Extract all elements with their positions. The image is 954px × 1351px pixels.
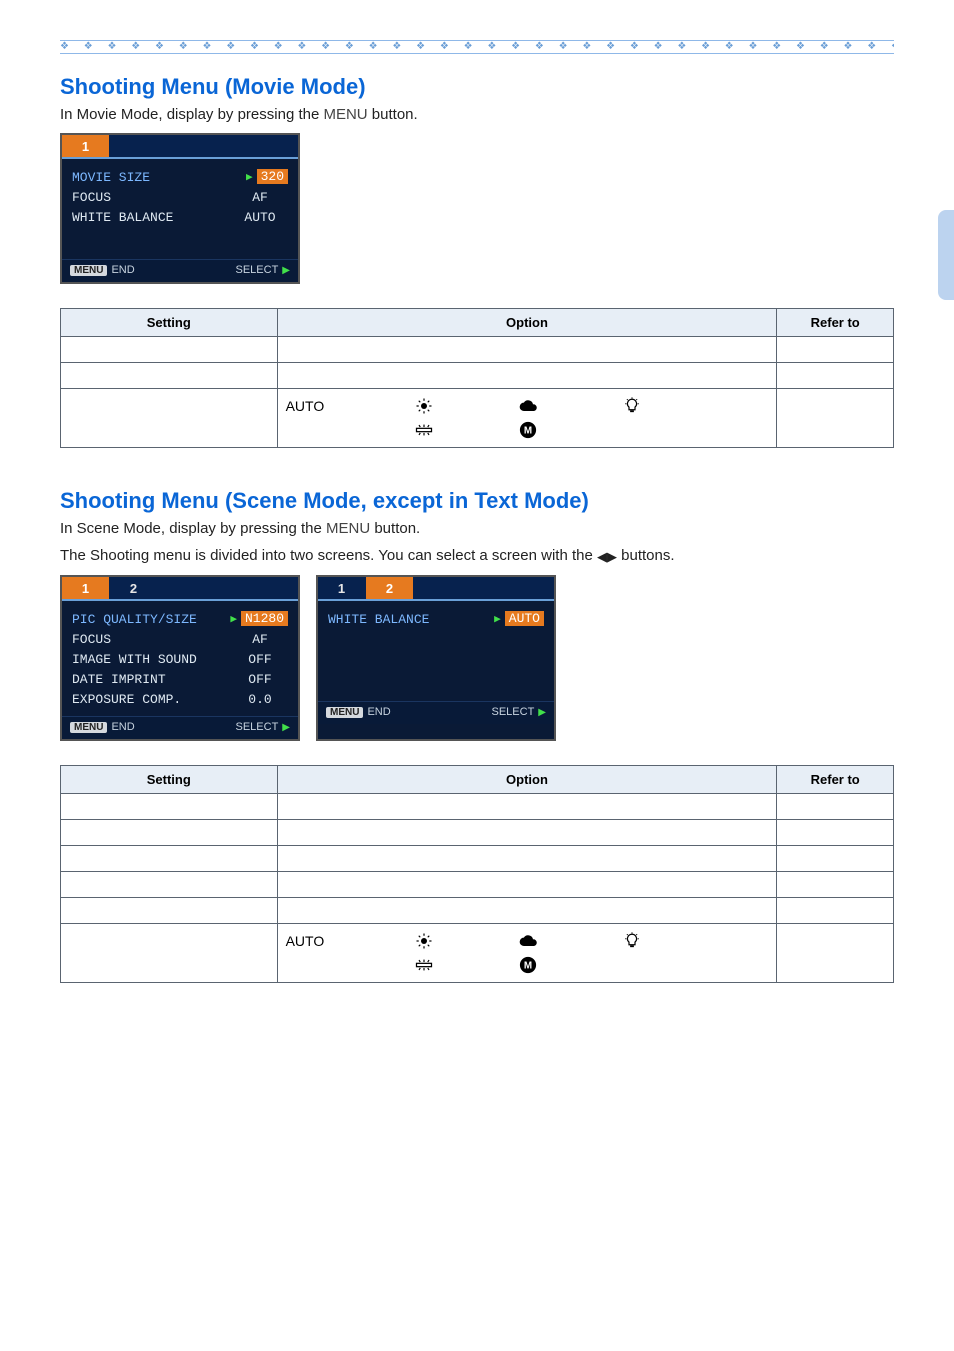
play-icon: ▶ bbox=[282, 722, 290, 733]
menu-row-movie-size: MOVIE SIZE ▶320 bbox=[72, 167, 288, 188]
side-tab bbox=[938, 210, 954, 300]
table-row bbox=[61, 820, 894, 846]
camera-screen-scene-1: 1 2 PIC QUALITY/SIZE ▶N1280 FOCUS AF IMA… bbox=[60, 575, 300, 741]
cloud-icon bbox=[518, 397, 538, 415]
screen-tab-1: 1 bbox=[62, 577, 110, 599]
options-table-movie: Setting Option Refer to AUTO bbox=[60, 308, 894, 448]
menu-row-exposure: EXPOSURE COMP. 0.0 bbox=[72, 690, 288, 710]
camera-screen-movie: 1 MOVIE SIZE ▶320 FOCUS AF WHITE BALANCE… bbox=[60, 133, 300, 284]
screen-tab-2: 2 bbox=[366, 577, 414, 599]
table-row bbox=[61, 794, 894, 820]
th-setting: Setting bbox=[61, 766, 278, 794]
camera-screen-scene-2: 1 2 WHITE BALANCE ▶AUTO MENUEND SELECT▶ bbox=[316, 575, 556, 741]
th-refer: Refer to bbox=[777, 309, 894, 337]
table-row bbox=[61, 846, 894, 872]
play-icon: ▶ bbox=[246, 172, 253, 184]
bulb-icon bbox=[622, 932, 642, 950]
left-right-arrows-icon: ◀▶ bbox=[597, 549, 617, 565]
menu-row-date-imprint: DATE IMPRINT OFF bbox=[72, 670, 288, 690]
table-row bbox=[61, 898, 894, 924]
wb-auto-label: AUTO bbox=[286, 933, 330, 949]
bulb-icon bbox=[622, 397, 642, 415]
svg-text:M: M bbox=[523, 426, 531, 437]
heading-scene: Shooting Menu (Scene Mode, except in Tex… bbox=[60, 488, 894, 514]
play-icon: ▶ bbox=[230, 614, 237, 626]
th-setting: Setting bbox=[61, 309, 278, 337]
table-row: AUTO bbox=[61, 924, 894, 983]
manual-wb-icon: M bbox=[518, 421, 538, 439]
screen-tab-1: 1 bbox=[318, 577, 366, 599]
play-icon: ▶ bbox=[538, 707, 546, 718]
svg-text:M: M bbox=[523, 961, 531, 972]
screen-tab-1: 1 bbox=[62, 135, 110, 157]
menu-row-image-sound: IMAGE WITH SOUND OFF bbox=[72, 650, 288, 670]
menu-row-focus: FOCUS AF bbox=[72, 630, 288, 650]
screen-tab-2: 2 bbox=[110, 577, 158, 599]
sun-icon bbox=[414, 397, 434, 415]
play-icon: ▶ bbox=[282, 265, 290, 276]
intro-movie: In Movie Mode, display by pressing the M… bbox=[60, 106, 894, 123]
fluorescent-icon bbox=[414, 421, 434, 439]
manual-wb-icon: M bbox=[518, 956, 538, 974]
menu-row-wb: WHITE BALANCE ▶AUTO bbox=[328, 609, 544, 630]
th-refer: Refer to bbox=[777, 766, 894, 794]
intro-scene-2: The Shooting menu is divided into two sc… bbox=[60, 547, 894, 565]
cloud-icon bbox=[518, 932, 538, 950]
menu-row-pic-quality: PIC QUALITY/SIZE ▶N1280 bbox=[72, 609, 288, 630]
wb-auto-label: AUTO bbox=[286, 398, 330, 414]
menu-row-focus: FOCUS AF bbox=[72, 188, 288, 208]
table-row bbox=[61, 363, 894, 389]
sun-icon bbox=[414, 932, 434, 950]
play-icon: ▶ bbox=[494, 614, 501, 626]
th-option: Option bbox=[277, 309, 777, 337]
menu-row-wb: WHITE BALANCE AUTO bbox=[72, 208, 288, 228]
table-row bbox=[61, 872, 894, 898]
table-row bbox=[61, 337, 894, 363]
th-option: Option bbox=[277, 766, 777, 794]
intro-scene: In Scene Mode, display by pressing the M… bbox=[60, 520, 894, 537]
options-table-scene: Setting Option Refer to AUTO bbox=[60, 765, 894, 983]
heading-movie: Shooting Menu (Movie Mode) bbox=[60, 74, 894, 100]
decorative-border: ❖ ❖ ❖ ❖ ❖ ❖ ❖ ❖ ❖ ❖ ❖ ❖ ❖ ❖ ❖ ❖ ❖ ❖ ❖ ❖ … bbox=[60, 40, 894, 54]
fluorescent-icon bbox=[414, 956, 434, 974]
table-row: AUTO bbox=[61, 389, 894, 448]
